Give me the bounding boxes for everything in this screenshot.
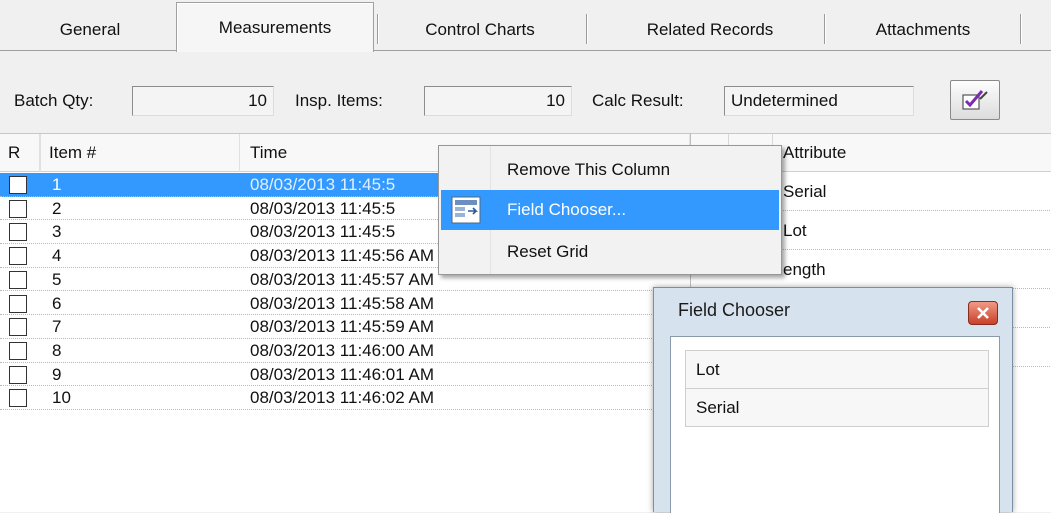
tab-strip: General Measurements Control Charts Rela… [0,0,1051,52]
row-checkbox[interactable] [9,223,27,242]
item-number: 1 [52,175,62,194]
column-header-item[interactable]: Item # [40,134,240,172]
row-checkbox[interactable] [9,341,27,360]
close-icon [977,307,989,319]
row-checkbox[interactable] [9,389,27,408]
item-time: 08/03/2013 11:45:5 [250,175,396,194]
item-time: 08/03/2013 11:45:57 AM [250,269,435,289]
tab-general[interactable]: General [30,10,150,51]
item-time: 08/03/2013 11:45:59 AM [250,317,435,337]
menu-item-reset-grid[interactable]: Reset Grid [441,232,779,272]
context-menu: Remove This Column Field Chooser... Rese… [438,145,782,275]
edit-check-icon [962,90,988,110]
item-number: 7 [52,317,62,337]
menu-item-label: Field Chooser... [507,200,627,219]
tab-separator [377,14,379,44]
item-time: 08/03/2013 11:45:5 [250,198,396,218]
item-number: 8 [52,340,62,360]
calc-result-label: Calc Result: [592,91,684,110]
item-number: 9 [52,364,62,384]
item-time: 08/03/2013 11:46:01 AM [250,364,435,384]
insp-items-field[interactable]: 10 [424,86,572,116]
tab-attachments[interactable]: Attachments [838,10,1008,51]
batch-qty-label: Batch Qty: [14,91,94,110]
tab-separator [586,14,588,44]
table-row[interactable]: 7 08/03/2013 11:45:59 AM [0,315,690,339]
row-checkbox[interactable] [9,294,27,313]
table-row[interactable]: 8 08/03/2013 11:46:00 AM [0,339,690,363]
item-number: 2 [52,198,62,218]
field-chooser-item[interactable]: Lot [685,350,989,389]
tab-measurements[interactable]: Measurements [176,2,374,52]
item-time: 08/03/2013 11:45:56 AM [250,246,435,266]
row-checkbox[interactable] [9,176,27,194]
field-chooser-item[interactable]: Serial [685,388,989,427]
close-button[interactable] [968,301,998,325]
item-number: 3 [52,222,62,242]
item-time: 08/03/2013 11:46:00 AM [250,340,435,360]
row-checkbox[interactable] [9,365,27,384]
tab-separator [1020,14,1022,44]
menu-item-remove-column[interactable]: Remove This Column [441,150,779,190]
row-checkbox[interactable] [9,318,27,337]
field-chooser-window: Field Chooser Lot Serial [653,287,1013,513]
row-checkbox[interactable] [9,199,27,218]
item-number: 6 [52,293,62,313]
item-time: 08/03/2013 11:46:02 AM [250,388,435,408]
table-row[interactable]: 9 08/03/2013 11:46:01 AM [0,363,690,387]
item-time: 08/03/2013 11:45:5 [250,222,396,242]
item-number: 10 [52,388,71,408]
menu-item-field-chooser[interactable]: Field Chooser... [441,190,779,230]
table-row[interactable]: 10 08/03/2013 11:46:02 AM [0,386,690,410]
row-checkbox[interactable] [9,247,27,266]
insp-items-label: Insp. Items: [295,91,383,110]
item-number: 5 [52,269,62,289]
calculate-button[interactable] [950,80,1000,120]
field-chooser-title: Field Chooser [678,300,791,320]
attribute-name: Serial [783,182,827,201]
field-chooser-icon [451,196,481,224]
field-chooser-list: Lot Serial [670,336,1000,513]
item-time: 08/03/2013 11:45:58 AM [250,293,435,313]
attribute-name: Lot [783,221,807,240]
table-row[interactable]: 6 08/03/2013 11:45:58 AM [0,292,690,316]
tab-separator [824,14,826,44]
column-header-r[interactable]: R [0,134,40,172]
batch-qty-field[interactable]: 10 [132,86,274,116]
calc-result-field[interactable]: Undetermined [724,86,914,116]
item-number: 4 [52,246,62,266]
tab-control-charts[interactable]: Control Charts [392,10,568,51]
column-header-attribute[interactable]: Attribute [783,134,846,172]
tab-related-records[interactable]: Related Records [600,10,820,51]
row-checkbox[interactable] [9,270,27,289]
attribute-name: ength [783,260,826,279]
